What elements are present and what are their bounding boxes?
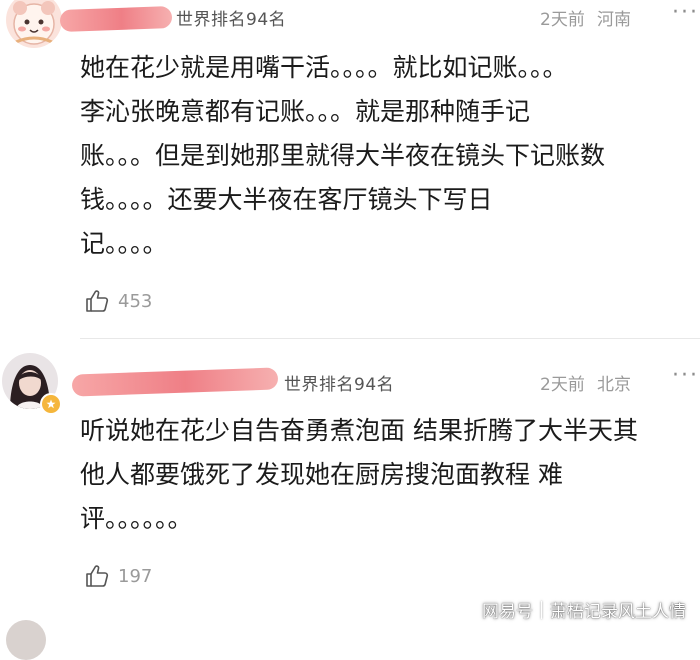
user-rank: 世界排名94名	[176, 10, 287, 30]
redacted-username	[59, 6, 173, 32]
like-count: 197	[118, 565, 153, 587]
watermark-account: 萧梧记录风土人情	[550, 602, 686, 622]
user-rank: 世界排名94名	[284, 375, 395, 395]
verified-badge-icon	[40, 393, 62, 415]
more-options-icon[interactable]: ···	[672, 0, 699, 25]
comment-item: 世界排名94名 2天前 北京 ··· 听说她在花少自告奋勇煮泡面 结果折腾了大半…	[0, 345, 700, 615]
comment-text: 听说她在花少自告奋勇煮泡面 结果折腾了大半天其 他人都要饿死了发现她在厨房搜泡面…	[80, 416, 638, 533]
like-count: 453	[118, 290, 153, 312]
comment-location: 北京	[597, 375, 631, 395]
thumbs-up-icon	[86, 290, 109, 312]
comment-item: 世界排名94名 2天前 河南 她在花少就是用嘴干活。。。。就比如记账。。。 李沁…	[0, 0, 700, 340]
avatar[interactable]	[6, 0, 62, 48]
like-button[interactable]: 197	[84, 563, 152, 589]
watermark: 网易号 萧梧记录风土人情	[482, 597, 686, 622]
comment-time: 2天前	[540, 375, 585, 395]
avatar[interactable]	[6, 620, 46, 660]
comment-time: 2天前	[540, 10, 585, 30]
like-button[interactable]: 453	[84, 288, 152, 314]
comment-location: 河南	[597, 10, 631, 30]
divider	[80, 338, 700, 339]
cartoon-avatar-icon	[6, 0, 62, 48]
redacted-username	[71, 367, 279, 397]
comment-text: 她在花少就是用嘴干活。。。。就比如记账。。。 李沁张晚意都有记账。。。就是那种随…	[80, 53, 606, 258]
watermark-separator	[541, 600, 542, 619]
watermark-brand: 网易号	[482, 602, 533, 622]
more-options-icon[interactable]: ···	[672, 363, 699, 388]
thumbs-up-icon	[86, 565, 109, 587]
